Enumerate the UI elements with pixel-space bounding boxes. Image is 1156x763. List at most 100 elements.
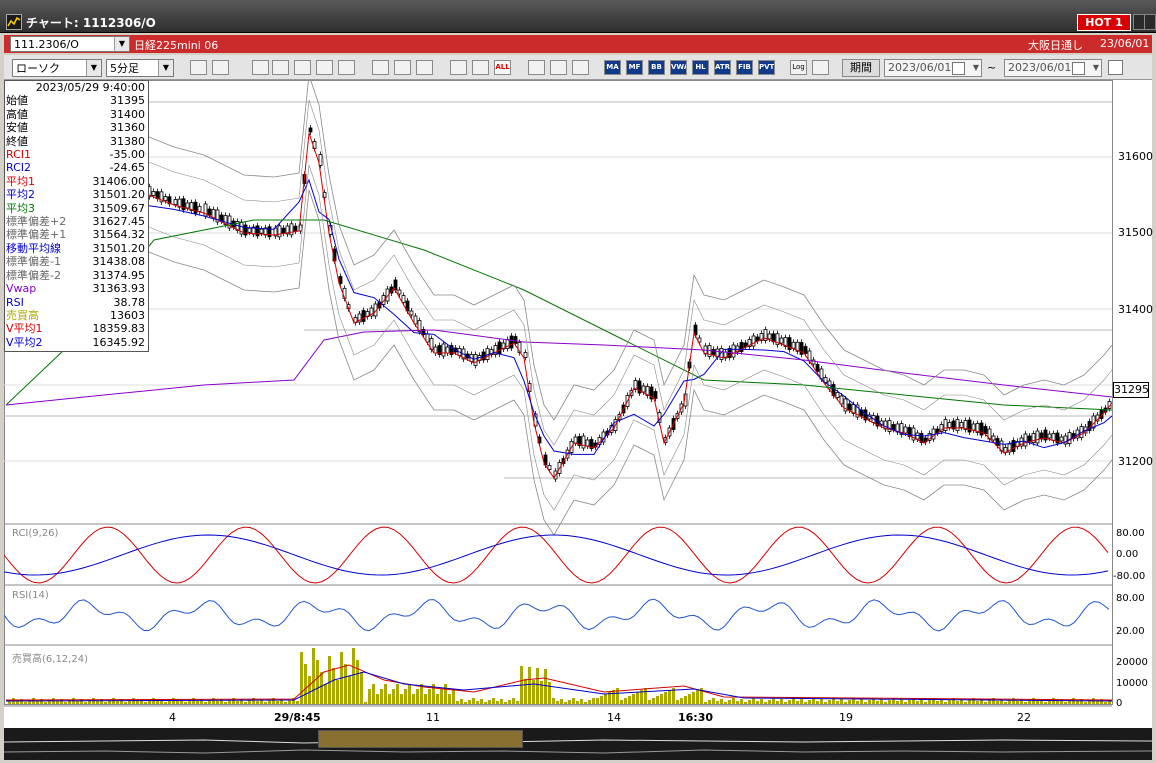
timeframe-select[interactable]: 5分足 ▼ [106,59,174,77]
gear-icon[interactable] [528,60,545,75]
candle-body [847,403,852,411]
info-row: 売買高 13603 [5,309,148,322]
info-value: 16345.92 [92,335,146,349]
volume-bar [324,684,327,704]
volume-bar [412,694,415,704]
volume-bar [428,689,431,704]
volume-bar [264,702,267,704]
volume-bar [664,692,667,704]
close-icon[interactable] [1144,14,1156,30]
candle-body [207,208,212,216]
cursor-icon[interactable] [394,60,411,75]
mf-icon[interactable]: MF [626,60,643,75]
volume-tick-label: 20000 [1116,657,1148,668]
volume-bar [320,672,323,704]
vwap-icon[interactable]: VWAP [670,60,687,75]
dimmed-icon[interactable] [338,60,355,75]
chart-type-select[interactable]: ローソク ▼ [12,59,102,77]
candle-body [641,385,646,393]
compare-icon[interactable] [316,60,333,75]
volume-bar [76,701,79,704]
bb-icon[interactable]: BB [648,60,665,75]
volume-bar [732,698,735,704]
volume-bar [804,702,807,704]
wrench-icon[interactable] [550,60,567,75]
volume-bar [628,696,631,704]
volume-bar [84,702,87,704]
info-value: 31363.93 [92,282,146,296]
date-to-field[interactable]: 2023/06/01 ▼ [1004,59,1102,77]
info-label: 標準偏差-1 [6,255,61,269]
scroll-thumb[interactable] [318,730,523,748]
candle-body [185,202,190,209]
export-icon[interactable] [812,60,829,75]
info-row: 標準偏差-2 31374.95 [5,269,148,282]
candle-icon[interactable] [450,60,467,75]
volume-bar [964,702,967,704]
volume-bar [864,702,867,704]
volume-bar [400,694,403,704]
hl-icon[interactable]: HL [692,60,709,75]
hot-button[interactable]: HOT 1 [1077,14,1131,31]
info-label: Vwap [6,282,37,296]
ma-icon[interactable]: MA [604,60,621,75]
draw-line-icon[interactable] [372,60,389,75]
volume-bar [308,676,311,704]
candle-body [497,341,502,355]
log-icon[interactable]: Log [790,60,807,75]
chevron-down-icon[interactable]: ▼ [1093,60,1099,76]
volume-bar [740,699,743,704]
chevron-down-icon[interactable]: ▼ [114,37,129,51]
volume-bar [756,701,759,704]
time-axis-label: 14 [607,711,621,724]
volume-bar [1084,702,1087,704]
info-row: 移動平均線 31501.20 [5,242,148,255]
trend-icon[interactable] [294,60,311,75]
zoom-in-icon[interactable] [272,60,289,75]
pvt-icon[interactable]: PVT [758,60,775,75]
chevron-down-icon[interactable]: ▼ [973,60,979,76]
undo-icon[interactable] [416,60,433,75]
volume-bar [800,699,803,704]
volume-bar [564,702,567,704]
symbol-code-combo[interactable]: 111.2306/O ▼ [10,36,130,52]
candle-body [1059,436,1064,442]
volume-bar [116,701,119,704]
volume-bar [244,702,247,704]
crosshair-icon[interactable] [212,60,229,75]
volume-bar [348,676,351,704]
candle-body [573,436,578,444]
calendar-icon[interactable] [1072,62,1085,75]
chevron-down-icon[interactable]: ▼ [86,60,101,76]
checkbox[interactable] [1108,60,1123,75]
candle-body [441,343,446,357]
zoom-icon[interactable] [190,60,207,75]
volume-bar [836,701,839,704]
fibo-icon[interactable]: FIB [736,60,753,75]
chart-scrollbar[interactable] [3,728,1153,760]
calendar-icon[interactable] [952,62,965,75]
candle-body [585,439,590,447]
volume-bar [676,700,679,704]
candle2-icon[interactable] [472,60,489,75]
volume-bar [668,690,671,704]
color-icon[interactable] [572,60,589,75]
download-icon[interactable] [252,60,269,75]
candle-body [473,354,478,366]
date-from-field[interactable]: 2023/06/01 ▼ [884,59,982,77]
volume-bar [380,689,383,704]
info-value: 38.78 [113,295,146,309]
volume-bar [1044,702,1047,704]
candle-body [731,344,736,358]
chevron-down-icon[interactable]: ▼ [158,60,173,76]
candle-body [983,426,988,434]
period-button[interactable]: 期間 [842,59,880,77]
chart-area[interactable] [3,74,1152,744]
volume-bar [984,702,987,704]
volume-bar [848,700,851,704]
chart-canvas[interactable] [3,74,1152,744]
all-icon[interactable]: ALL [494,60,511,75]
atr-icon[interactable]: ATR [714,60,731,75]
candle-body [711,349,716,355]
symbol-code-value: 111.2306/O [14,38,79,51]
